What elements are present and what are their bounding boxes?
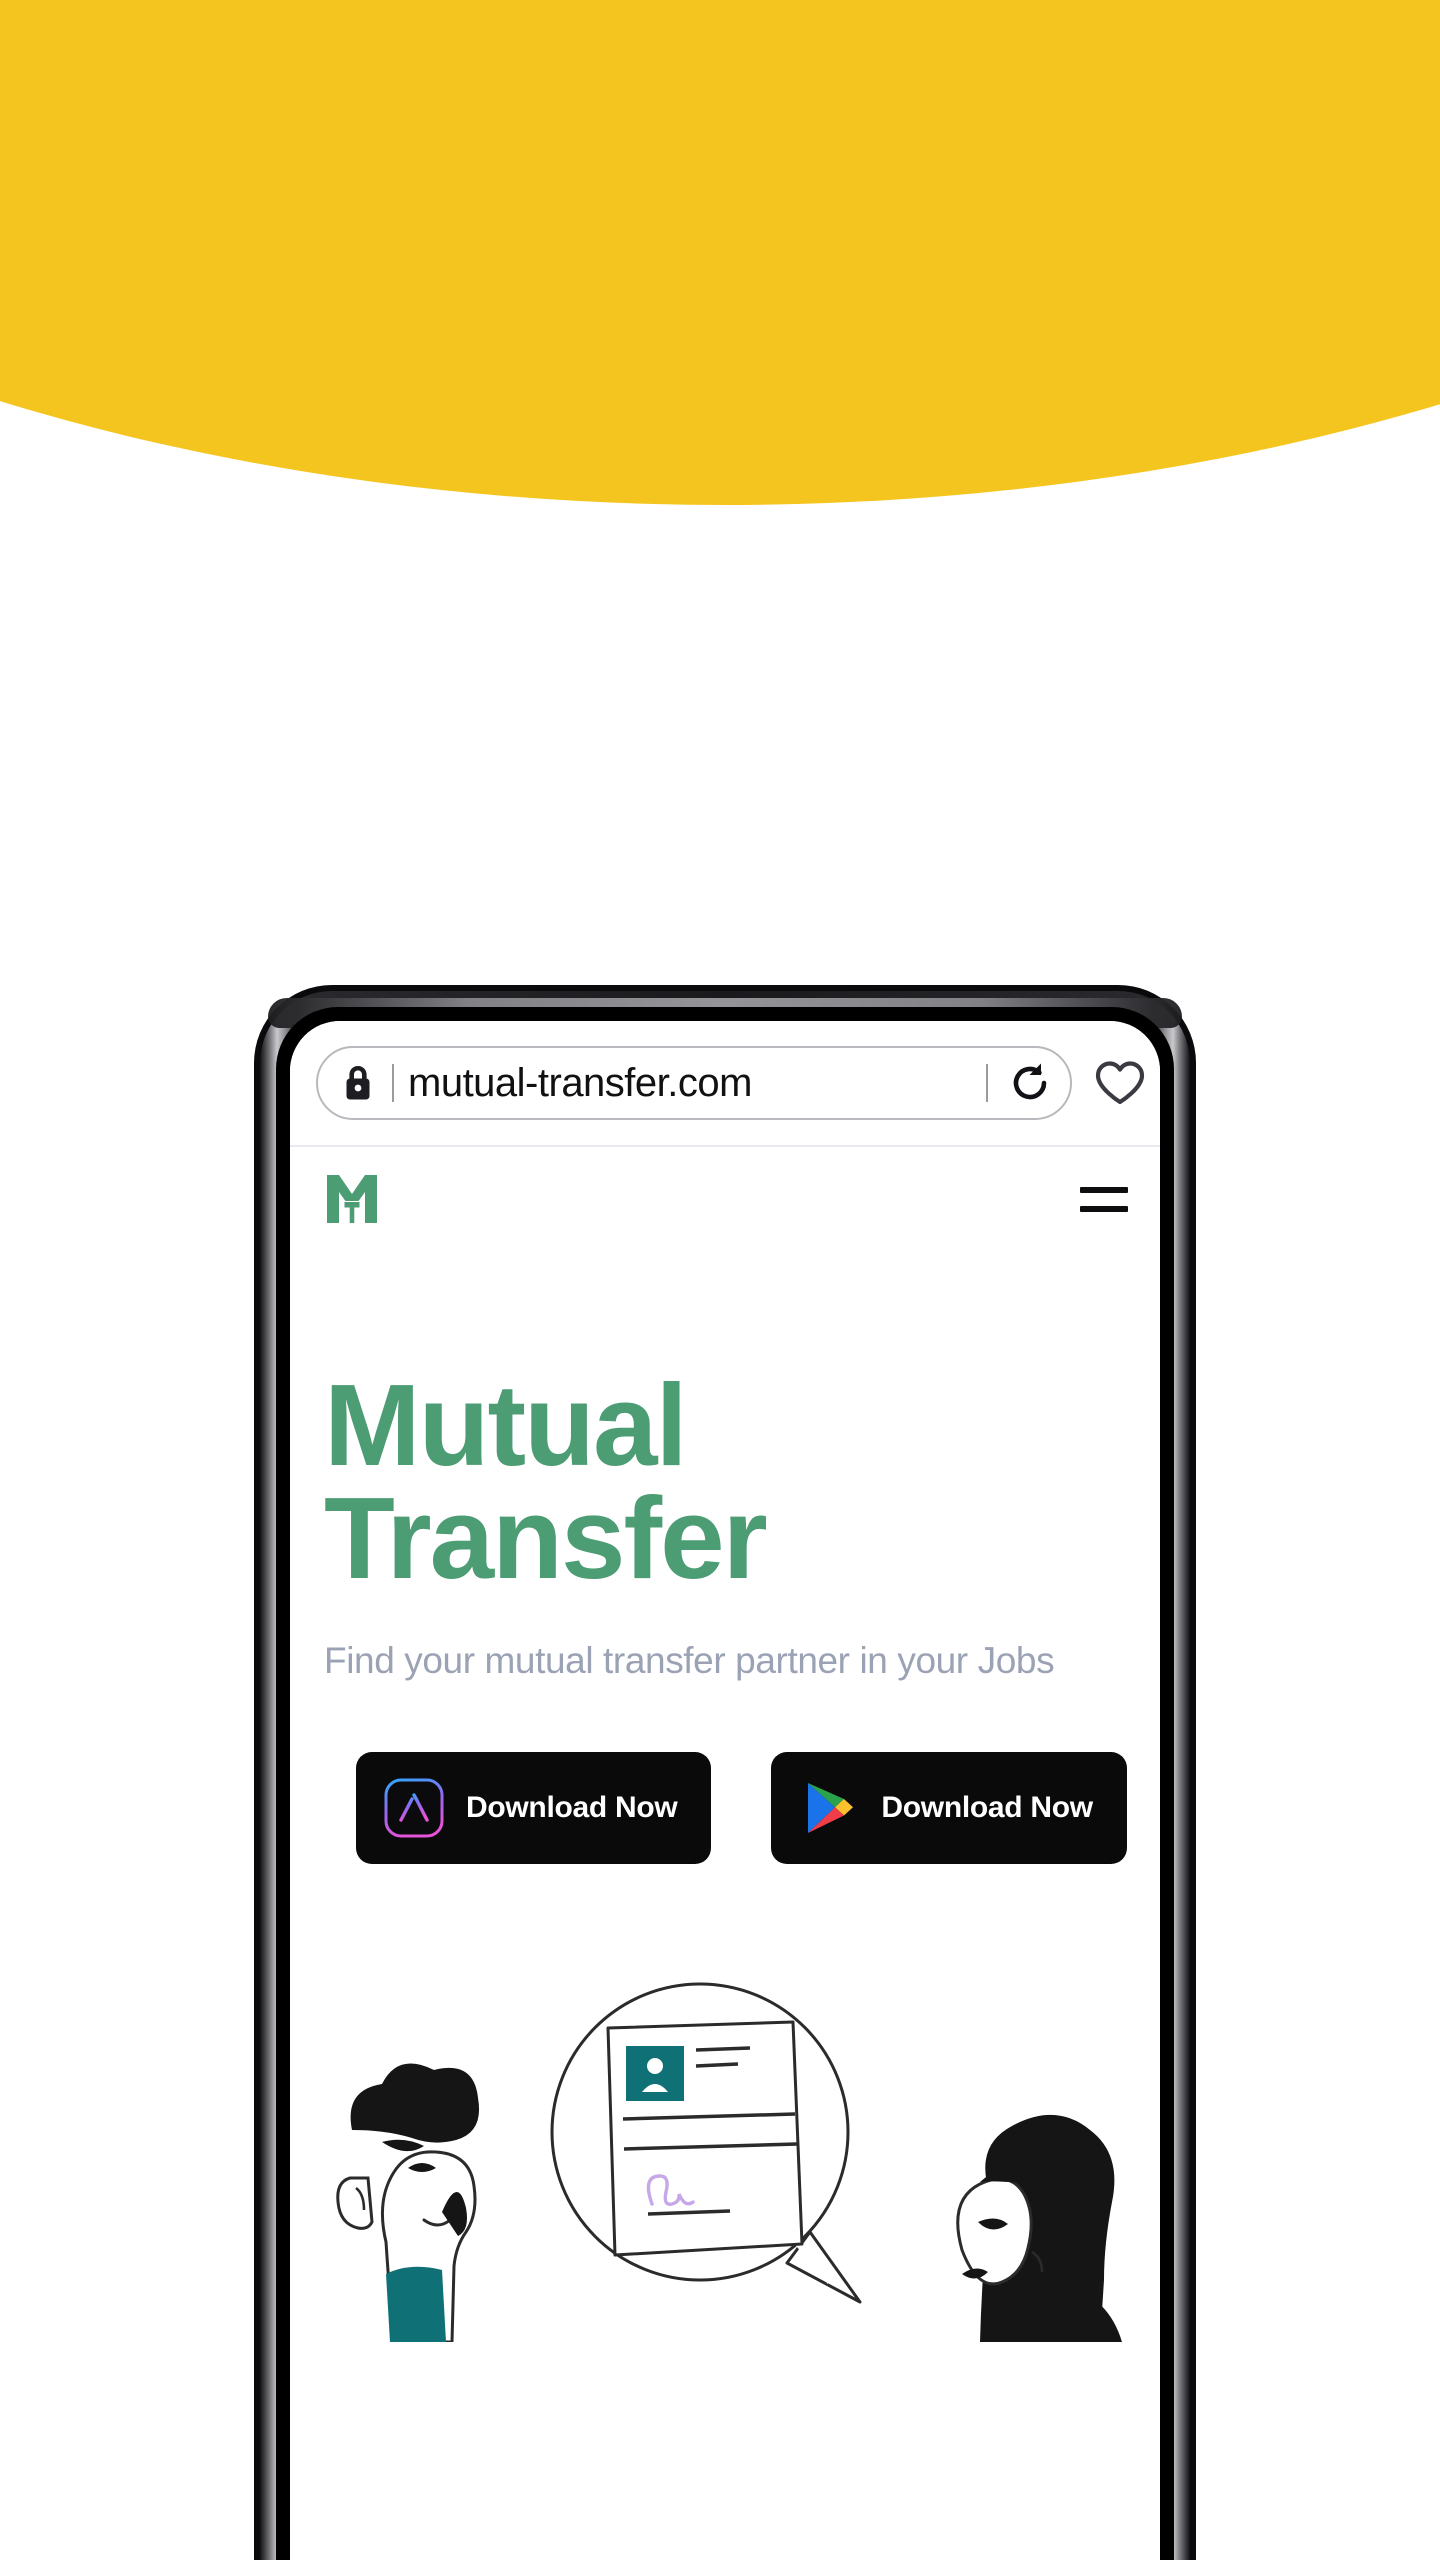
two-people-document-speech-bubble-illustration — [336, 1982, 1122, 2343]
reload-icon[interactable] — [1008, 1061, 1052, 1105]
heart-icon[interactable] — [1094, 1059, 1146, 1107]
document-card — [606, 2020, 804, 2257]
yellow-decorative-blob — [0, 0, 1440, 505]
phone-screen: mutual-transfer.com Mutual Transfer Find… — [290, 1021, 1160, 2560]
mt-logo-icon[interactable] — [324, 1172, 380, 1226]
hamburger-menu-icon[interactable] — [1080, 1177, 1128, 1221]
menu-bar-2 — [1080, 1205, 1128, 1212]
google-play-icon — [808, 1783, 854, 1834]
lock-icon — [346, 1066, 370, 1100]
url-text[interactable]: mutual-transfer.com — [408, 1061, 972, 1106]
page-root: mutual-transfer.com Mutual Transfer Find… — [0, 0, 1440, 2560]
hero-subtitle: Find your mutual transfer partner in you… — [324, 1640, 1055, 1682]
person-left — [336, 2063, 480, 2343]
google-play-download-button[interactable]: Download Now — [771, 1752, 1127, 1865]
smartphone-mockup: mutual-transfer.com Mutual Transfer Find… — [254, 985, 1196, 2560]
google-play-button-label: Download Now — [881, 1791, 1093, 1825]
app-store-icon — [384, 1778, 444, 1838]
site-header — [290, 1147, 1160, 1251]
menu-bar-1 — [1080, 1186, 1128, 1193]
page-title: Mutual Transfer — [324, 1360, 768, 1603]
store-buttons-row: Download Now Download Now — [356, 1752, 1160, 1865]
address-bar-divider-right — [986, 1064, 988, 1102]
hero-section: Mutual Transfer Find your mutual transfe… — [290, 1251, 1160, 1682]
address-bar[interactable]: mutual-transfer.com — [316, 1046, 1072, 1120]
person-right — [956, 2114, 1122, 2343]
app-store-download-button[interactable]: Download Now — [356, 1752, 712, 1865]
app-store-button-label: Download Now — [466, 1791, 678, 1825]
browser-toolbar: mutual-transfer.com — [290, 1021, 1160, 1145]
address-bar-divider — [392, 1064, 394, 1102]
